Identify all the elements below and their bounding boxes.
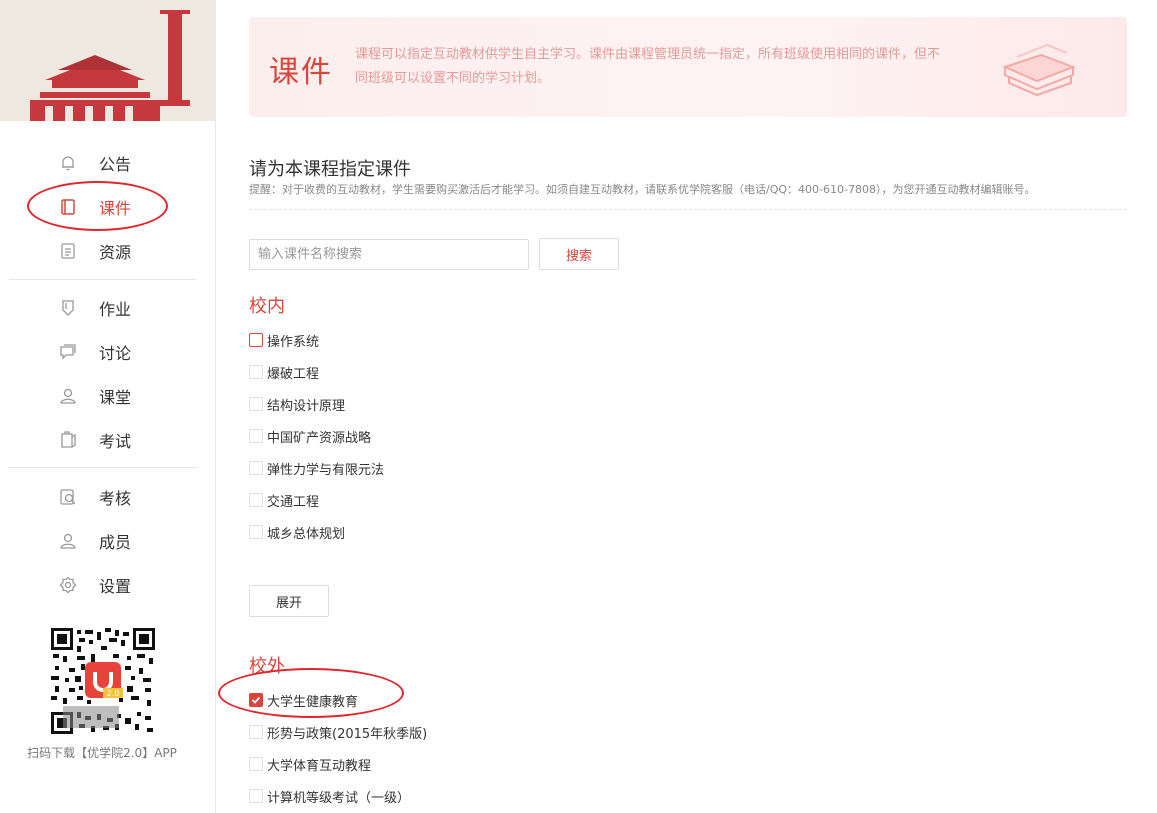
sidebar-item-resources[interactable]: 资源 xyxy=(0,231,216,271)
course-checkbox[interactable] xyxy=(249,725,263,739)
course-label: 大学体育互动教程 xyxy=(267,758,372,774)
sidebar-item-exam[interactable]: 考试 xyxy=(0,420,216,460)
page-description: 课程可以指定互动教材供学生自主学习。课件由课程管理员统一指定，所有班级使用相同的… xyxy=(355,47,941,86)
sidebar-item-label: 课堂 xyxy=(99,388,132,407)
course-item[interactable]: 中国矿产资源战略 xyxy=(249,427,372,446)
course-label: 城乡总体规划 xyxy=(267,526,346,542)
course-label: 中国矿产资源战略 xyxy=(267,430,372,446)
qr-caption: 扫码下载【优学院2.0】APP xyxy=(27,746,177,760)
course-item[interactable]: 结构设计原理 xyxy=(249,395,346,414)
sidebar-item-label: 设置 xyxy=(99,577,132,596)
course-label: 大学生健康教育 xyxy=(267,694,359,710)
sidebar-item-label: 考核 xyxy=(99,489,132,508)
course-item[interactable]: 计算机等级考试（一级） xyxy=(249,787,411,806)
sidebar-item-label: 课件 xyxy=(99,199,132,218)
resource-icon xyxy=(58,241,78,261)
search-input[interactable] xyxy=(249,239,529,270)
course-label: 结构设计原理 xyxy=(267,398,346,414)
sidebar-divider xyxy=(9,279,196,280)
books-illustration-icon xyxy=(997,37,1077,99)
checkmark-icon xyxy=(251,696,261,704)
sidebar-item-label: 讨论 xyxy=(99,344,132,363)
sidebar-item-members[interactable]: 成员 xyxy=(0,521,216,561)
course-checkbox[interactable] xyxy=(249,493,263,507)
sidebar-item-label: 成员 xyxy=(99,533,132,552)
course-checkbox[interactable] xyxy=(249,333,263,347)
sidebar-item-settings[interactable]: 设置 xyxy=(0,565,216,605)
course-checkbox[interactable] xyxy=(249,461,263,475)
book-icon xyxy=(58,197,78,217)
settings-icon xyxy=(58,575,78,595)
assessment-icon xyxy=(58,487,78,507)
section-title: 请为本课程指定课件 xyxy=(249,159,411,180)
course-item[interactable]: 城乡总体规划 xyxy=(249,523,346,542)
homework-icon xyxy=(58,298,78,318)
section-hint: 提醒：对于收费的互动教材，学生需要购买激活后才能学习。如须自建互动教材，请联系优… xyxy=(249,183,1036,196)
course-checkbox-checked[interactable] xyxy=(249,693,263,707)
sidebar-item-label: 作业 xyxy=(99,300,132,319)
sidebar-item-discussion[interactable]: 讨论 xyxy=(0,332,216,372)
course-label: 形势与政策(2015年秋季版) xyxy=(267,726,428,742)
course-item[interactable]: 形势与政策(2015年秋季版) xyxy=(249,723,428,742)
sidebar-divider xyxy=(9,467,196,468)
course-item[interactable]: 弹性力学与有限元法 xyxy=(249,459,385,478)
section-divider xyxy=(249,209,1127,210)
discussion-icon xyxy=(58,342,78,362)
group-title-internal: 校内 xyxy=(249,296,285,317)
course-checkbox[interactable] xyxy=(249,525,263,539)
exam-icon xyxy=(58,430,78,450)
group-title-external: 校外 xyxy=(249,656,285,677)
page-title: 课件 xyxy=(269,55,333,90)
qr-badge-label: 2.0 xyxy=(107,689,120,698)
app-qr-code: 2.0 xyxy=(51,628,155,734)
course-item[interactable]: 交通工程 xyxy=(249,491,320,510)
sidebar-item-label: 公告 xyxy=(99,155,132,174)
course-item[interactable]: 操作系统 xyxy=(249,331,320,350)
expand-button[interactable]: 展开 xyxy=(249,585,329,617)
course-label: 爆破工程 xyxy=(267,366,320,382)
course-checkbox[interactable] xyxy=(249,789,263,803)
member-icon xyxy=(58,531,78,551)
sidebar-item-classroom[interactable]: 课堂 xyxy=(0,376,216,416)
sidebar-item-courseware[interactable]: 课件 xyxy=(0,187,216,227)
course-checkbox[interactable] xyxy=(249,397,263,411)
courseware-header-card: 课件 课程可以指定互动教材供学生自主学习。课件由课程管理员统一指定，所有班级使用… xyxy=(249,17,1127,117)
course-label: 交通工程 xyxy=(267,494,320,510)
course-item[interactable]: 爆破工程 xyxy=(249,363,320,382)
sidebar-item-label: 考试 xyxy=(99,432,132,451)
course-label: 操作系统 xyxy=(267,334,320,350)
bell-icon xyxy=(58,153,78,173)
sidebar-item-label: 资源 xyxy=(99,243,132,262)
course-label: 计算机等级考试（一级） xyxy=(267,790,411,806)
sidebar-item-assessment[interactable]: 考核 xyxy=(0,477,216,517)
course-item[interactable]: 大学生健康教育 xyxy=(249,691,359,710)
search-button[interactable]: 搜索 xyxy=(539,238,619,270)
sidebar: 公告 课件 资源 作业 讨论 课堂 考试 考核 成员 设置 2.0 扫码下载【优… xyxy=(0,0,216,813)
classroom-icon xyxy=(58,386,78,406)
course-label: 弹性力学与有限元法 xyxy=(267,462,385,478)
course-checkbox[interactable] xyxy=(249,365,263,379)
sidebar-banner-image xyxy=(0,0,216,121)
sidebar-item-homework[interactable]: 作业 xyxy=(0,288,216,328)
course-item[interactable]: 大学体育互动教程 xyxy=(249,755,372,774)
course-checkbox[interactable] xyxy=(249,757,263,771)
course-checkbox[interactable] xyxy=(249,429,263,443)
sidebar-item-announcement[interactable]: 公告 xyxy=(0,143,216,183)
